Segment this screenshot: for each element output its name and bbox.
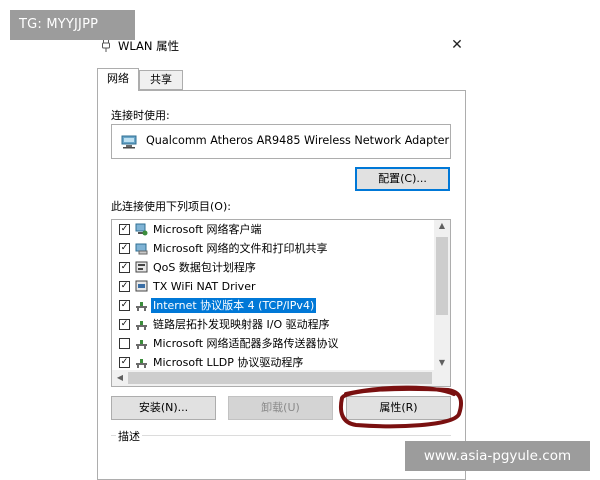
protocol-icon xyxy=(136,359,147,368)
item-label: TX WiFi NAT Driver xyxy=(153,280,256,293)
nat-driver-icon xyxy=(135,280,148,292)
file-printer-sharing-icon xyxy=(135,243,148,255)
description-label: 描述 xyxy=(116,428,142,444)
wlan-properties-dialog: WLAN 属性 ✕ 网络 共享 连接时使用: Qualcomm Atheros … xyxy=(92,30,476,480)
item-checkbox[interactable]: ✓ xyxy=(119,281,130,292)
network-adapter-icon xyxy=(121,135,137,149)
scroll-up-icon[interactable]: ▲ xyxy=(434,221,450,230)
item-checkbox[interactable]: ✓ xyxy=(119,262,130,273)
watermark-top: TG: MYYJJPP xyxy=(10,10,135,40)
item-checkbox[interactable]: ✓ xyxy=(119,224,130,235)
list-item[interactable]: ✓ 链路层拓扑发现映射器 I/O 驱动程序 xyxy=(112,315,434,334)
close-button[interactable]: ✕ xyxy=(446,35,468,55)
watermark-bottom: www.asia-pgyule.com xyxy=(405,441,590,471)
qos-icon xyxy=(135,261,148,273)
item-label: QoS 数据包计划程序 xyxy=(153,261,256,274)
window-title: WLAN 属性 xyxy=(118,39,180,53)
item-label: Microsoft 网络的文件和打印机共享 xyxy=(153,242,328,255)
install-button[interactable]: 安装(N)... xyxy=(111,396,216,420)
item-checkbox[interactable]: ✓ xyxy=(119,300,130,311)
list-item[interactable]: ✓ Microsoft 网络客户端 xyxy=(112,220,434,239)
item-label: Internet 协议版本 4 (TCP/IPv4) xyxy=(151,298,317,313)
item-label: Microsoft 网络客户端 xyxy=(153,223,262,236)
vertical-scroll-thumb[interactable] xyxy=(436,237,448,315)
item-checkbox[interactable]: ✓ xyxy=(119,319,130,330)
components-list[interactable]: ✓ Microsoft 网络客户端 ✓ Microsoft 网络的文件和打印机共享 ✓ Q… xyxy=(111,219,451,387)
item-checkbox[interactable]: ✓ xyxy=(119,243,130,254)
title-bar: WLAN 属性 ✕ xyxy=(92,30,476,60)
protocol-icon xyxy=(136,302,147,311)
uninstall-button[interactable]: 卸载(U) xyxy=(228,396,333,420)
annotation-circle xyxy=(338,385,463,429)
adapter-field: Qualcomm Atheros AR9485 Wireless Network… xyxy=(111,124,451,159)
tab-sharing[interactable]: 共享 xyxy=(139,70,183,90)
close-icon: ✕ xyxy=(451,37,463,53)
list-item[interactable]: ✓ Microsoft 网络的文件和打印机共享 xyxy=(112,239,434,258)
configure-button[interactable]: 配置(C)... xyxy=(355,167,450,191)
scroll-left-icon[interactable]: ◀ xyxy=(112,373,128,382)
items-label: 此连接使用下列项目(O): xyxy=(111,200,231,213)
list-item[interactable]: Microsoft 网络适配器多路传送器协议 xyxy=(112,334,434,353)
tab-network[interactable]: 网络 xyxy=(97,68,139,91)
network-client-icon xyxy=(135,223,148,236)
connect-using-label: 连接时使用: xyxy=(111,109,170,122)
protocol-icon xyxy=(136,340,147,349)
wlan-adapter-icon xyxy=(102,39,110,52)
item-checkbox[interactable]: ✓ xyxy=(119,357,130,368)
item-checkbox[interactable] xyxy=(119,338,130,349)
list-item[interactable]: ✓ TX WiFi NAT Driver xyxy=(112,277,434,296)
list-item[interactable]: ✓ Internet 协议版本 4 (TCP/IPv4) xyxy=(112,296,434,315)
protocol-icon xyxy=(136,321,147,330)
item-label: Microsoft 网络适配器多路传送器协议 xyxy=(153,337,339,350)
item-label: 链路层拓扑发现映射器 I/O 驱动程序 xyxy=(153,318,330,331)
adapter-name: Qualcomm Atheros AR9485 Wireless Network… xyxy=(146,134,450,147)
scroll-down-icon[interactable]: ▼ xyxy=(434,358,450,367)
item-label: Microsoft LLDP 协议驱动程序 xyxy=(153,356,304,369)
list-item[interactable]: ✓ QoS 数据包计划程序 xyxy=(112,258,434,277)
description-group-border xyxy=(111,435,451,436)
